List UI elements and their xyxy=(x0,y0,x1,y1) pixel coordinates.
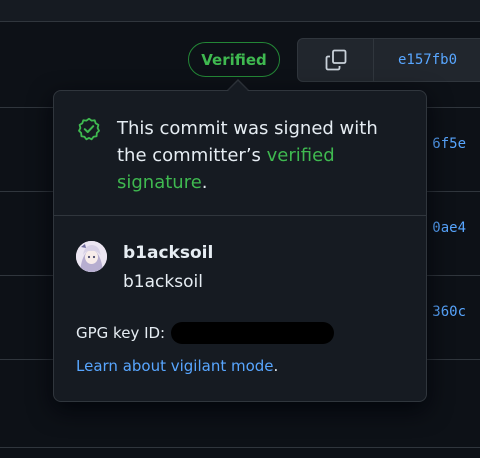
user-display-name: b1acksoil xyxy=(123,272,203,292)
commit-actions: e157fb0 xyxy=(297,38,480,82)
signed-message-suffix: . xyxy=(201,172,208,193)
popover-caret-fill xyxy=(228,81,248,91)
gpg-key-label: GPG key ID: xyxy=(76,324,166,342)
verified-label: Verified xyxy=(201,50,267,69)
signed-message-text: This commit was signed with the committe… xyxy=(117,118,378,166)
user-login[interactable]: b1acksoil xyxy=(123,243,213,263)
verified-shield-icon xyxy=(78,117,100,141)
commit-sha-link[interactable]: 6f5e xyxy=(432,136,466,152)
commit-sha-link[interactable]: 360c xyxy=(432,304,466,320)
popover-summary: This commit was signed with the committe… xyxy=(54,91,426,216)
signed-message: This commit was signed with the committe… xyxy=(117,115,407,196)
gpg-key-redaction xyxy=(171,322,334,344)
top-strip xyxy=(0,0,480,22)
copy-icon xyxy=(325,49,346,71)
commit-sha-button[interactable]: e157fb0 xyxy=(374,39,480,81)
verified-badge[interactable]: Verified xyxy=(188,42,280,77)
commit-history-view: 6f5e 0ae4 360c Verified e157fb0 This com… xyxy=(0,0,480,458)
copy-sha-button[interactable] xyxy=(298,39,374,81)
signature-popover: This commit was signed with the committe… xyxy=(53,90,427,402)
commit-sha-link[interactable]: 0ae4 xyxy=(432,220,466,236)
learn-suffix: . xyxy=(273,357,279,375)
vigilant-mode-link[interactable]: Learn about vigilant mode xyxy=(76,357,274,375)
avatar-image xyxy=(76,241,107,272)
commit-sha-text: e157fb0 xyxy=(398,52,458,68)
learn-line: Learn about vigilant mode. xyxy=(76,357,278,375)
avatar[interactable] xyxy=(76,241,107,272)
